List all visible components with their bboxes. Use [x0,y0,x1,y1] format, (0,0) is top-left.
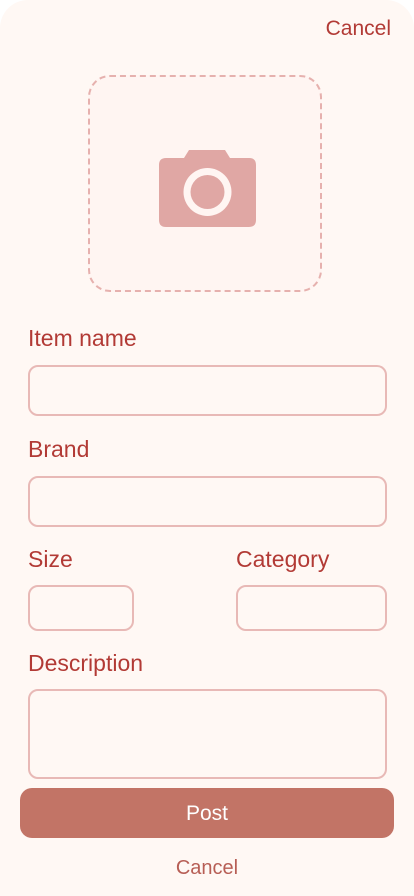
description-label: Description [28,650,144,676]
cancel-link-top[interactable]: Cancel [326,16,391,42]
brand-input[interactable] [28,476,387,527]
size-label: Size [28,546,73,572]
item-name-input[interactable] [28,365,387,416]
item-name-label: Item name [28,325,137,351]
brand-label: Brand [28,436,90,462]
add-photo-area[interactable] [88,75,322,292]
create-listing-sheet: Cancel Item name Brand Size Category Des… [0,0,414,896]
cancel-link-bottom[interactable]: Cancel [0,856,414,880]
size-input[interactable] [28,585,134,631]
camera-icon [159,150,256,227]
description-input[interactable] [28,689,387,779]
category-input[interactable] [236,585,387,631]
category-label: Category [236,546,330,572]
post-button[interactable]: Post [20,788,394,838]
